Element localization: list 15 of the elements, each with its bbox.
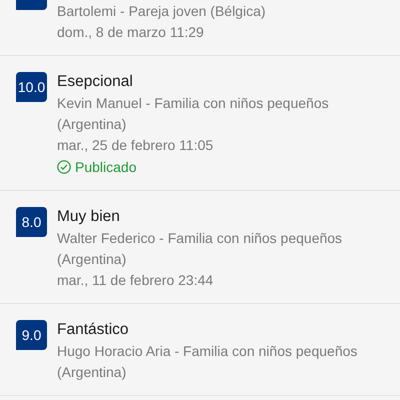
review-title: Muy bien bbox=[57, 207, 121, 227]
reviewer-info: Bartolemi - Pareja joven (Bélgica) bbox=[57, 2, 267, 21]
review-title: Esepcional bbox=[57, 72, 134, 92]
review-title: Fantástico bbox=[57, 320, 130, 340]
check-circle-icon bbox=[57, 160, 71, 174]
score-badge: 9.0 bbox=[16, 320, 47, 350]
score-badge: 8.0 bbox=[16, 207, 47, 237]
review-date: dom., 8 de marzo 11:29 bbox=[57, 23, 205, 42]
review-date: mar., 25 de febrero 11:05 bbox=[57, 136, 214, 155]
score-badge: 10.0 bbox=[16, 72, 47, 102]
reviewer-info: Walter Federico - Familia con niños pequeños (Argentina) bbox=[57, 229, 344, 269]
reviewer-info: Hugo Horacio Aria - Familia con niños pequeños (Argentina) bbox=[57, 342, 358, 382]
reviewer-info: Kevin Manuel - Familia con niños pequeños (Argentina) bbox=[57, 94, 330, 134]
status-label: Publicado bbox=[75, 158, 136, 177]
review-date: mar., 11 de febrero 23:44 bbox=[57, 271, 214, 290]
